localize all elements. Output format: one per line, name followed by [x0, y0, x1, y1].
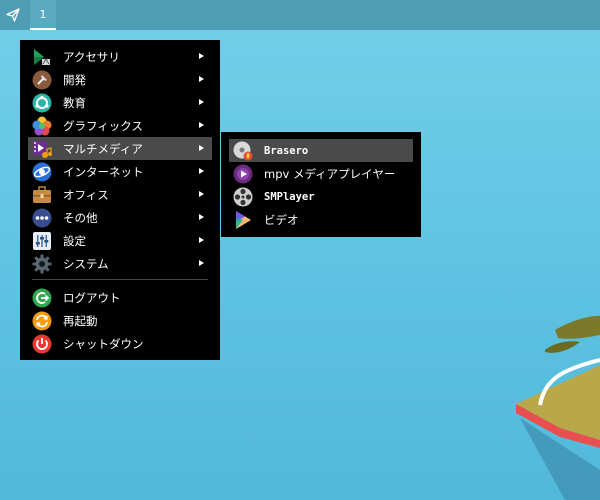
submenu-arrow-icon — [199, 99, 204, 105]
education-icon — [32, 93, 52, 113]
video-icon — [233, 210, 253, 230]
menu-item-label: 開発 — [63, 72, 86, 87]
system-icon — [32, 254, 52, 274]
menu-item-logout[interactable]: ログアウト — [20, 286, 220, 309]
settings-icon — [32, 231, 52, 251]
submenu-item-brasero[interactable]: Brasero — [229, 139, 413, 162]
menu-item-label: インターネット — [63, 164, 144, 179]
menu-item-label: ログアウト — [63, 290, 121, 305]
menu-item-multimedia[interactable]: マルチメディア — [28, 137, 212, 160]
menu-item-settings[interactable]: 設定 — [20, 229, 220, 252]
menu-item-reboot[interactable]: 再起動 — [20, 309, 220, 332]
workspace-1-button[interactable]: 1 — [30, 0, 56, 30]
submenu-arrow-icon — [199, 53, 204, 59]
menu-item-internet[interactable]: インターネット — [20, 160, 220, 183]
logout-icon — [32, 288, 52, 308]
menu-item-label: グラフィックス — [63, 118, 143, 133]
menu-item-system[interactable]: システム — [20, 252, 220, 275]
submenu-arrow-icon — [199, 214, 204, 220]
submenu-arrow-icon — [199, 237, 204, 243]
menu-item-label: システム — [63, 256, 109, 271]
mpv-icon — [233, 164, 253, 184]
submenu-arrow-icon — [199, 122, 204, 128]
graphics-icon — [32, 116, 52, 136]
menu-separator — [32, 279, 208, 280]
submenu-item-label: SMPlayer — [264, 190, 315, 203]
other-icon — [32, 208, 52, 228]
submenu-arrow-icon — [199, 76, 204, 82]
submenu-item-label: ビデオ — [264, 212, 299, 227]
shutdown-icon — [32, 334, 52, 354]
menu-item-other[interactable]: その他 — [20, 206, 220, 229]
menu-item-label: シャットダウン — [63, 336, 144, 351]
accessories-icon — [32, 47, 52, 67]
smplayer-icon — [233, 187, 253, 207]
submenu-item-video[interactable]: ビデオ — [221, 208, 421, 231]
submenu-item-mpv[interactable]: mpv メディアプレイヤー — [221, 162, 421, 185]
internet-icon — [32, 162, 52, 182]
multimedia-icon — [32, 139, 52, 159]
submenu-arrow-icon — [199, 260, 204, 266]
reboot-icon — [32, 311, 52, 331]
workspace-label: 1 — [39, 7, 47, 21]
submenu-item-label: mpv メディアプレイヤー — [264, 166, 396, 181]
brasero-icon — [233, 141, 253, 161]
menu-item-graphics[interactable]: グラフィックス — [20, 114, 220, 137]
menu-item-label: 教育 — [63, 95, 86, 110]
menu-item-shutdown[interactable]: シャットダウン — [20, 332, 220, 355]
development-icon — [32, 70, 52, 90]
menu-item-label: その他 — [63, 210, 98, 225]
submenu-arrow-icon — [199, 145, 204, 151]
menu-item-label: オフィス — [63, 187, 109, 202]
menu-item-label: マルチメディア — [63, 141, 143, 156]
submenu-arrow-icon — [199, 168, 204, 174]
menu-item-education[interactable]: 教育 — [20, 91, 220, 114]
paper-plane-icon — [6, 8, 20, 22]
menu-item-label: アクセサリ — [63, 49, 120, 64]
menu-item-development[interactable]: 開発 — [20, 68, 220, 91]
submenu-item-smplayer[interactable]: SMPlayer — [221, 185, 421, 208]
app-launcher-button[interactable] — [0, 0, 26, 30]
submenu-item-label: Brasero — [264, 144, 309, 157]
submenu-arrow-icon — [199, 191, 204, 197]
taskbar: 1 — [0, 0, 600, 30]
office-icon — [32, 185, 52, 205]
menu-item-office[interactable]: オフィス — [20, 183, 220, 206]
multimedia-submenu: Brasero mpv メディアプレイヤー SMPlayer ビデオ — [221, 132, 421, 237]
menu-item-accessories[interactable]: アクセサリ — [20, 45, 220, 68]
menu-item-label: 設定 — [63, 233, 86, 248]
menu-item-label: 再起動 — [63, 313, 98, 328]
application-menu: アクセサリ 開発 教育 グラフィックス マルチメディア インターネット オフィス… — [20, 40, 220, 360]
